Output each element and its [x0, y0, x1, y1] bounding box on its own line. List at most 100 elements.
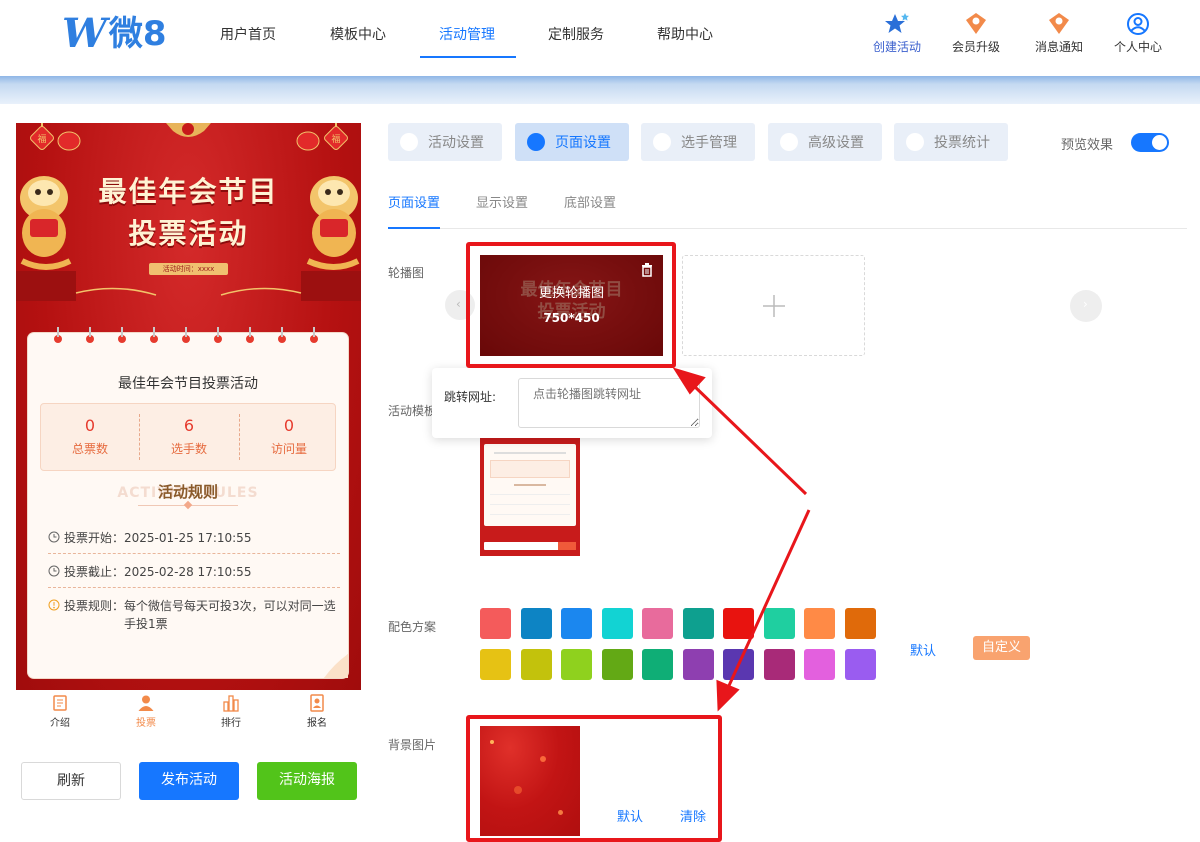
- color-swatch[interactable]: [723, 608, 754, 639]
- lantern-right-icon: 福: [324, 123, 348, 150]
- rule-vote-end-value: 2025-02-28 17:10:55: [124, 565, 252, 579]
- tab-activity-settings[interactable]: 活动设置: [388, 123, 502, 161]
- rule-divider: [48, 587, 340, 588]
- color-swatch[interactable]: [804, 608, 835, 639]
- nav-user-home[interactable]: 用户首页: [220, 24, 276, 44]
- personal-center-button[interactable]: 个人中心: [1100, 12, 1176, 55]
- color-swatch[interactable]: [601, 649, 633, 680]
- refresh-button[interactable]: 刷新: [21, 762, 121, 800]
- crown-icon: [966, 13, 986, 34]
- banner-time: 活动时间：xxxx: [149, 263, 228, 275]
- template-thumbnail[interactable]: [480, 438, 580, 568]
- document-icon: [53, 695, 67, 711]
- tab-vote-statistics-label: 投票统计: [934, 135, 990, 151]
- thumb-line: [494, 452, 566, 454]
- nav-custom-service[interactable]: 定制服务: [548, 24, 604, 44]
- plus-icon: [763, 295, 785, 317]
- star-icon: [885, 13, 909, 33]
- stat-total-votes: 0 总票数: [41, 416, 139, 457]
- list-icon: [906, 133, 924, 151]
- card-binder-rings: [54, 327, 318, 343]
- stat-visits-value: 0: [283, 416, 295, 435]
- stat-contestants-label: 选手数: [170, 442, 207, 456]
- color-custom-button[interactable]: 自定义: [973, 636, 1030, 660]
- rule-vote-end-label: 投票截止：: [64, 565, 125, 579]
- rule-divider: [48, 553, 340, 554]
- color-swatch[interactable]: [561, 649, 592, 680]
- create-activity-button[interactable]: 创建活动: [859, 12, 935, 55]
- stat-visits: 0 访问量: [240, 416, 338, 457]
- thumb-line: [490, 494, 570, 495]
- stat-contestants-value: 6: [183, 416, 195, 435]
- color-swatch[interactable]: [642, 608, 673, 639]
- color-swatch[interactable]: [844, 649, 876, 680]
- personal-center-label: 个人中心: [1113, 40, 1162, 54]
- preview-tab-bar: 介绍 投票 排行 报名: [16, 690, 361, 734]
- nav-template-center[interactable]: 模板中心: [330, 24, 386, 44]
- rule-vote-rule-label: 投票规则：: [64, 599, 125, 613]
- member-upgrade-button[interactable]: 会员升级: [938, 12, 1014, 55]
- tab-activity-settings-label: 活动设置: [428, 135, 484, 151]
- color-swatch[interactable]: [520, 608, 552, 639]
- tab-vote[interactable]: 投票: [116, 694, 176, 729]
- preview-effect-toggle[interactable]: [1131, 133, 1169, 152]
- color-default-button[interactable]: 默认: [910, 640, 936, 659]
- color-swatch[interactable]: [642, 649, 673, 680]
- jump-url-label: 跳转网址:: [444, 390, 497, 404]
- publish-activity-button[interactable]: 发布活动: [139, 762, 239, 800]
- tab-signup-label: 报名: [307, 718, 327, 729]
- card-title: 最佳年会节目投票活动: [118, 376, 258, 392]
- add-carousel-button[interactable]: [682, 255, 865, 356]
- subtab-page-settings[interactable]: 页面设置: [388, 192, 440, 211]
- thumb-stats: [490, 460, 570, 478]
- message-notification-label: 消息通知: [1034, 40, 1083, 54]
- heart-icon: [400, 133, 418, 151]
- clock-icon: [48, 531, 60, 543]
- tab-contestant-management[interactable]: 选手管理: [641, 123, 755, 161]
- rules-diamond: [183, 500, 193, 510]
- tab-signup[interactable]: 报名: [287, 694, 347, 729]
- color-swatch[interactable]: [480, 649, 511, 680]
- activity-poster-button[interactable]: 活动海报: [257, 762, 357, 800]
- banner-title-line1: 最佳年会节目: [98, 175, 279, 208]
- jump-url-input[interactable]: [518, 378, 700, 428]
- nav-help-center[interactable]: 帮助中心: [657, 24, 713, 44]
- subtab-footer-settings[interactable]: 底部设置: [564, 192, 616, 211]
- tab-ranking[interactable]: 排行: [201, 694, 261, 729]
- color-swatch[interactable]: [763, 608, 795, 639]
- color-swatch[interactable]: [723, 649, 754, 680]
- thumb-search-button: [558, 542, 576, 550]
- tab-advanced-settings[interactable]: 高级设置: [768, 123, 882, 161]
- subtab-display-settings[interactable]: 显示设置: [476, 192, 528, 211]
- bell-icon: [1049, 13, 1069, 34]
- color-swatch[interactable]: [804, 649, 835, 680]
- tab-intro[interactable]: 介绍: [30, 694, 90, 729]
- carousel-next-button[interactable]: ›: [1070, 290, 1102, 322]
- thumb-search-bar: [484, 542, 576, 550]
- color-swatch[interactable]: [601, 608, 633, 639]
- color-swatch[interactable]: [682, 649, 714, 680]
- annotation-box-carousel: [466, 242, 676, 368]
- thumb-tab-bar: [480, 556, 580, 568]
- preview-effect-label: 预览效果: [1061, 138, 1114, 153]
- color-swatch[interactable]: [763, 649, 795, 680]
- logo[interactable]: W 微8: [62, 14, 167, 55]
- banner-title-line2: 投票活动: [128, 217, 249, 250]
- tab-vote-statistics[interactable]: 投票统计: [894, 123, 1008, 161]
- svg-text:福: 福: [331, 133, 340, 144]
- tab-page-settings[interactable]: 页面设置: [515, 123, 629, 161]
- message-notification-button[interactable]: 消息通知: [1021, 12, 1097, 55]
- nav-activity-management[interactable]: 活动管理: [439, 24, 495, 44]
- color-swatch[interactable]: [844, 608, 876, 639]
- color-swatch[interactable]: [520, 649, 552, 680]
- annotation-box-background: [466, 715, 722, 842]
- background-image-label: 背景图片: [388, 738, 437, 752]
- thumb-line: [514, 484, 546, 486]
- user-icon: [1127, 13, 1149, 35]
- color-swatch[interactable]: [561, 608, 592, 639]
- color-swatch[interactable]: [682, 608, 714, 639]
- color-swatch[interactable]: [480, 608, 511, 639]
- stat-contestants: 6 选手数: [140, 416, 238, 457]
- lantern-left-icon: 福: [30, 123, 54, 150]
- toggle-knob: [1152, 135, 1167, 150]
